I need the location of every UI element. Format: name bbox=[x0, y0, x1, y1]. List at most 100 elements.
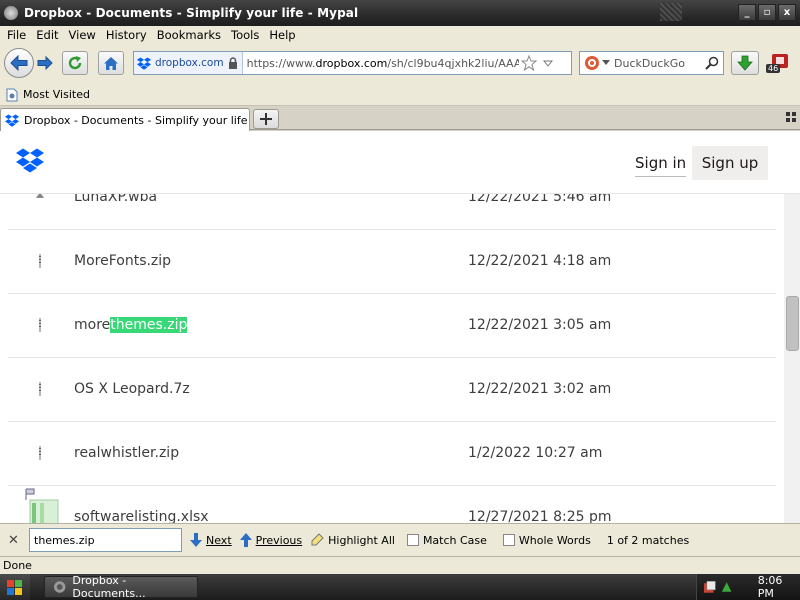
download-arrow-icon bbox=[737, 55, 753, 71]
file-name[interactable]: OS X Leopard.7z bbox=[74, 381, 190, 397]
navigation-toolbar: dropbox.com https://www.dropbox.com/sh/c… bbox=[0, 44, 800, 84]
zip-file-icon bbox=[39, 254, 41, 268]
find-next-button[interactable]: Next bbox=[190, 533, 232, 547]
file-list: LunaXP.wba 12/22/2021 5:46 am MoreFonts.… bbox=[8, 166, 776, 523]
match-count: 1 of 2 matches bbox=[606, 533, 690, 547]
addon-badge: 46 bbox=[766, 64, 781, 73]
search-bar[interactable]: DuckDuckGo bbox=[579, 51, 724, 75]
engine-dropdown-icon[interactable] bbox=[602, 60, 610, 66]
menu-bookmarks[interactable]: Bookmarks bbox=[152, 28, 226, 42]
home-icon bbox=[104, 56, 118, 70]
tray-network-icon[interactable] bbox=[720, 580, 733, 594]
file-date: 12/22/2021 4:18 am bbox=[468, 253, 612, 269]
addon-button[interactable]: 46 bbox=[763, 50, 793, 78]
file-name[interactable]: softwarelisting.xlsx bbox=[74, 509, 209, 523]
minimize-button[interactable]: _ bbox=[738, 4, 756, 21]
most-visited-bookmark[interactable]: Most Visited bbox=[6, 88, 90, 102]
file-row[interactable]: softwarelisting.xlsx 12/27/2021 8:25 pm bbox=[8, 486, 776, 523]
grid-icon bbox=[786, 112, 796, 122]
status-bar: Done bbox=[0, 556, 800, 574]
title-bar: Dropbox - Documents - Simplify your life… bbox=[0, 0, 800, 26]
forward-button[interactable] bbox=[35, 53, 55, 73]
sign-in-link[interactable]: Sign in bbox=[635, 154, 687, 177]
file-name-text: softwarelisting.xlsx bbox=[74, 509, 209, 523]
menu-bar: File Edit View History Bookmarks Tools H… bbox=[0, 26, 800, 44]
url-dropdown-icon[interactable] bbox=[542, 58, 554, 68]
menu-view[interactable]: View bbox=[64, 28, 101, 42]
mypal-app-icon bbox=[4, 6, 18, 20]
file-row[interactable]: realwhistler.zip 1/2/2022 10:27 am bbox=[8, 422, 776, 486]
url-prefix: https://www. bbox=[246, 56, 316, 70]
file-name-text: MoreFonts.zip bbox=[74, 253, 172, 269]
whole-words-box[interactable] bbox=[502, 534, 515, 546]
search-icon[interactable] bbox=[705, 56, 719, 70]
downloads-button[interactable] bbox=[731, 51, 759, 75]
back-button[interactable] bbox=[4, 48, 34, 78]
file-date: 1/2/2022 10:27 am bbox=[468, 445, 603, 461]
zip-file-icon bbox=[39, 446, 41, 460]
match-case-box[interactable] bbox=[406, 534, 419, 546]
file-name-text: more bbox=[74, 317, 111, 333]
status-text: Done bbox=[3, 559, 32, 572]
back-arrow-icon bbox=[10, 55, 28, 71]
dropbox-header: Sign in Sign up bbox=[0, 131, 800, 194]
menu-history[interactable]: History bbox=[101, 28, 152, 42]
file-row[interactable]: MoreFonts.zip 12/22/2021 4:18 am bbox=[8, 230, 776, 294]
windows-logo-icon bbox=[7, 579, 22, 595]
forward-arrow-icon bbox=[37, 56, 53, 70]
url-text[interactable]: https://www.dropbox.com/sh/cl9bu4qjxhk2l… bbox=[243, 57, 519, 70]
zip-file-icon bbox=[39, 318, 41, 332]
tray-app-icon[interactable] bbox=[703, 580, 716, 594]
zip-file-icon bbox=[39, 382, 41, 396]
window-title: Dropbox - Documents - Simplify your life… bbox=[24, 6, 359, 20]
clock[interactable]: 8:06 PM bbox=[758, 574, 800, 600]
file-row[interactable]: morethemes.zip 12/22/2021 3:05 am bbox=[8, 294, 776, 358]
bookmark-star-icon[interactable] bbox=[520, 55, 537, 71]
file-name-text: realwhistler.zip bbox=[74, 445, 180, 461]
scrollbar-track[interactable] bbox=[784, 194, 800, 523]
file-name[interactable]: morethemes.zip bbox=[74, 317, 188, 333]
close-find-icon[interactable]: ✕ bbox=[8, 533, 24, 548]
find-next-label: Next bbox=[206, 533, 232, 547]
highlight-all-button[interactable]: Highlight All bbox=[310, 533, 395, 547]
maximize-button[interactable]: ▫ bbox=[758, 4, 776, 21]
dropbox-logo-icon[interactable] bbox=[16, 148, 44, 173]
file-row[interactable]: OS X Leopard.7z 12/22/2021 3:02 am bbox=[8, 358, 776, 422]
match-case-label: Match Case bbox=[422, 533, 487, 547]
reload-button[interactable] bbox=[62, 51, 88, 75]
tab-title: Dropbox - Documents - Simplify your life bbox=[24, 113, 248, 127]
arrow-down-icon bbox=[190, 533, 202, 547]
highlighter-icon bbox=[311, 533, 324, 546]
taskbar-item-dropbox[interactable]: Dropbox - Documents... bbox=[44, 574, 198, 600]
whole-words-label: Whole Words bbox=[518, 533, 591, 547]
find-input[interactable] bbox=[29, 528, 182, 552]
spreadsheet-file-icon bbox=[25, 488, 59, 523]
site-identity[interactable]: dropbox.com bbox=[134, 52, 243, 74]
bookmarks-toolbar: Most Visited bbox=[0, 84, 800, 106]
match-case-checkbox[interactable]: Match Case bbox=[406, 533, 487, 547]
find-previous-button[interactable]: Previous bbox=[239, 533, 302, 547]
url-domain: dropbox.com bbox=[315, 56, 388, 70]
tab-list-button[interactable] bbox=[786, 112, 796, 125]
scrollbar-thumb[interactable] bbox=[786, 296, 799, 351]
start-button[interactable] bbox=[0, 574, 30, 600]
file-name[interactable]: realwhistler.zip bbox=[74, 445, 179, 461]
address-bar[interactable]: dropbox.com https://www.dropbox.com/sh/c… bbox=[133, 51, 572, 75]
tab-dropbox-icon bbox=[5, 114, 19, 127]
home-button[interactable] bbox=[98, 51, 124, 75]
menu-edit[interactable]: Edit bbox=[31, 28, 63, 42]
sign-up-button[interactable]: Sign up bbox=[692, 146, 768, 180]
plus-icon bbox=[260, 113, 272, 125]
new-tab-button[interactable] bbox=[253, 109, 279, 129]
file-name[interactable]: MoreFonts.zip bbox=[74, 253, 171, 269]
whole-words-checkbox[interactable]: Whole Words bbox=[502, 533, 591, 547]
identity-domain: dropbox.com bbox=[155, 57, 224, 69]
close-button[interactable]: x bbox=[778, 4, 796, 21]
duckduckgo-icon[interactable] bbox=[584, 55, 600, 71]
menu-file[interactable]: File bbox=[2, 28, 31, 42]
tab-dropbox[interactable]: Dropbox - Documents - Simplify your life bbox=[0, 108, 250, 131]
menu-help[interactable]: Help bbox=[264, 28, 300, 42]
titlebar-decoration bbox=[660, 3, 682, 21]
menu-tools[interactable]: Tools bbox=[226, 28, 264, 42]
file-date: 12/22/2021 3:05 am bbox=[468, 317, 612, 333]
